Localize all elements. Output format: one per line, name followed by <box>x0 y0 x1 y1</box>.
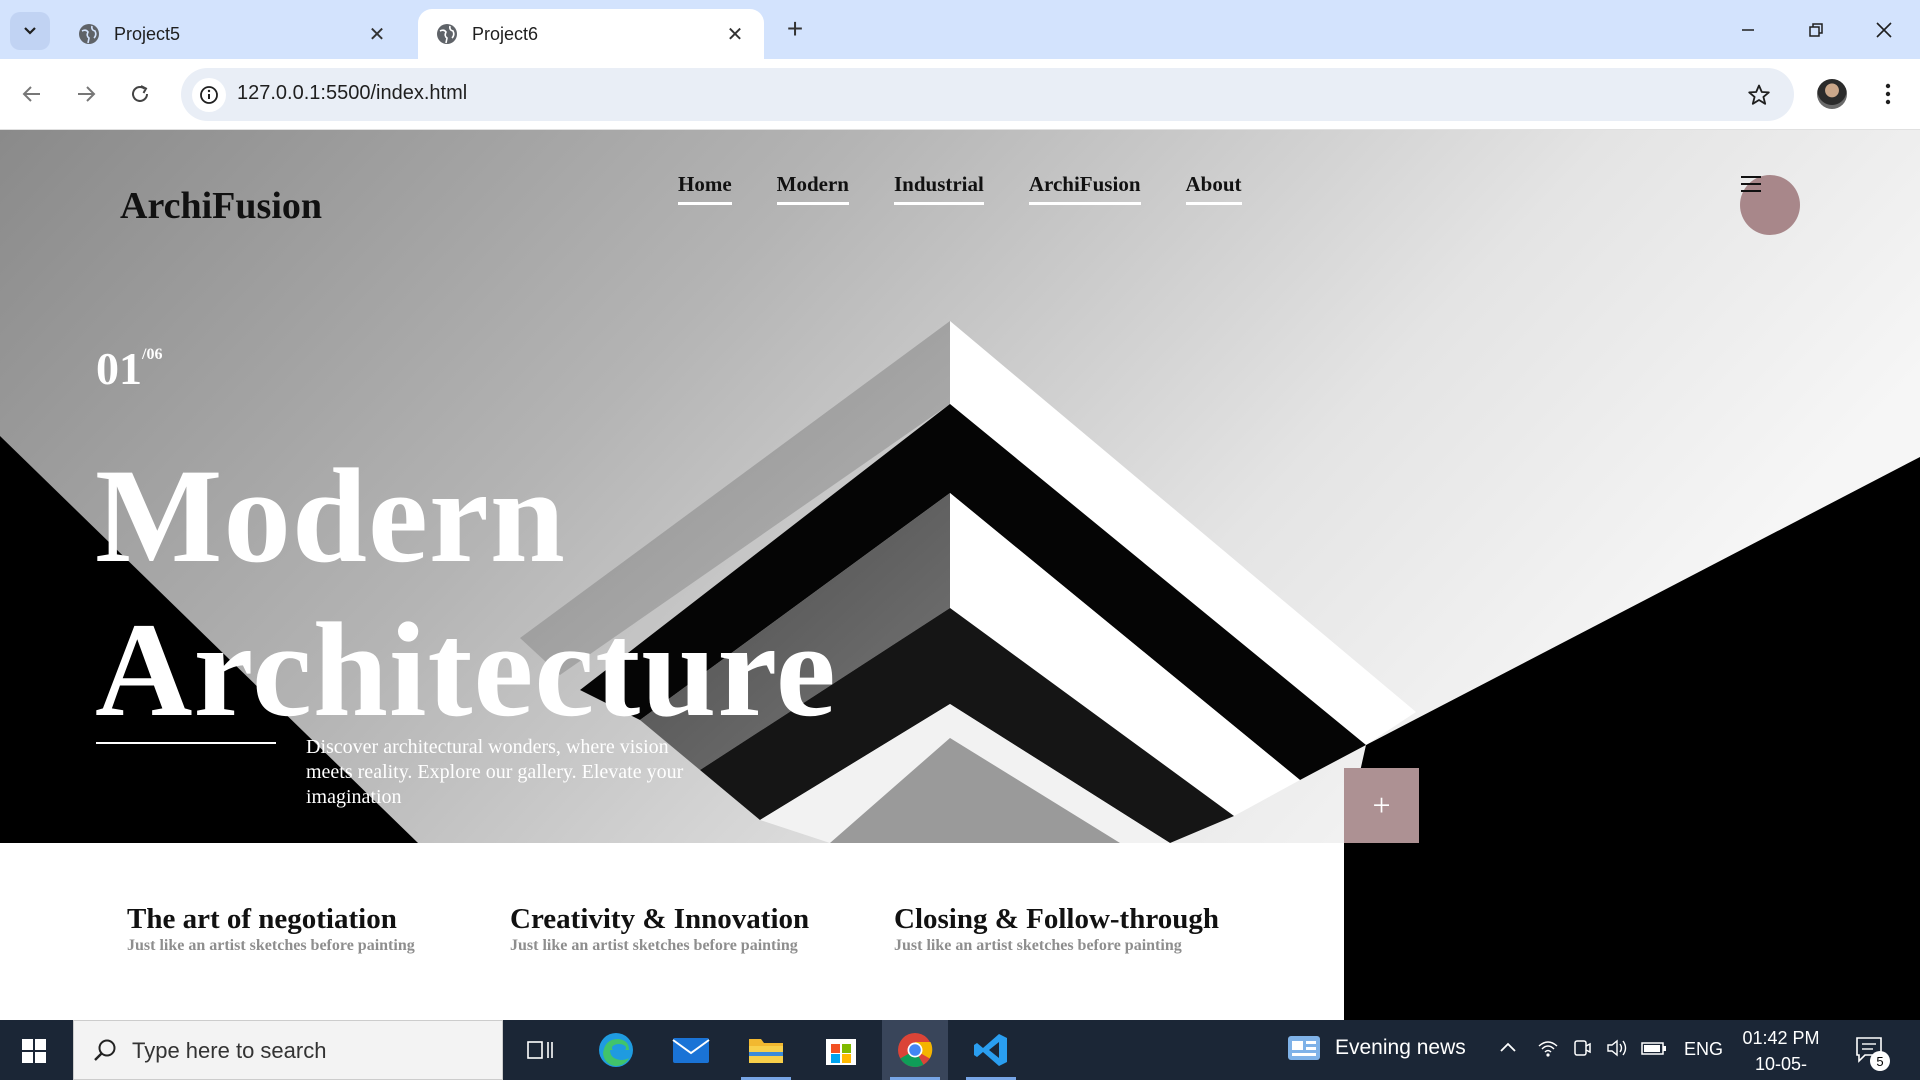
news-icon <box>1288 1036 1320 1060</box>
news-label: Evening news <box>1335 1036 1466 1059</box>
feature-item: Creativity & Innovation Just like an art… <box>510 903 809 955</box>
feature-subtitle: Just like an artist sketches before pain… <box>894 937 1182 954</box>
nav-home[interactable]: Home <box>678 172 732 205</box>
feature-title: Closing & Follow-through <box>894 903 1219 935</box>
nav-modern[interactable]: Modern <box>776 172 849 205</box>
language-indicator[interactable]: ENG <box>1684 1039 1723 1060</box>
site-logo[interactable]: ArchiFusion <box>120 184 322 228</box>
more-vert-icon <box>1885 83 1891 105</box>
store-icon <box>826 1039 856 1065</box>
search-icon <box>94 1039 116 1061</box>
wifi-icon[interactable] <box>1537 1038 1559 1063</box>
reload-button[interactable] <box>122 76 158 112</box>
feature-subtitle: Just like an artist sketches before pain… <box>510 937 798 954</box>
restore-icon <box>1809 23 1823 37</box>
hamburger-icon <box>1741 176 1761 192</box>
nav-industrial[interactable]: Industrial <box>893 172 984 205</box>
info-icon <box>200 86 218 104</box>
feature-item: The art of negotiation Just like an arti… <box>127 903 415 955</box>
clock-time: 01:42 PM <box>1742 1028 1820 1048</box>
arrow-left-icon <box>22 86 40 102</box>
address-bar[interactable]: 127.0.0.1:5500/index.html <box>181 68 1794 121</box>
minimize-icon <box>1742 29 1754 31</box>
clock-date: 10-05-2024 <box>1754 1054 1808 1074</box>
minimize-button[interactable] <box>1730 12 1766 48</box>
chrome-app[interactable] <box>882 1020 948 1080</box>
meet-now-icon[interactable] <box>1572 1038 1592 1063</box>
headline-line-2: Architecture <box>95 596 837 745</box>
slide-counter: 01/06 <box>96 342 162 395</box>
vscode-app[interactable] <box>958 1020 1024 1080</box>
slide-total: /06 <box>142 346 163 363</box>
feature-title: The art of negotiation <box>127 903 397 935</box>
tab-search-button[interactable] <box>10 12 50 50</box>
taskbar-search[interactable]: Type here to search <box>73 1020 503 1080</box>
tab-project5[interactable]: Project5 ✕ <box>60 9 406 59</box>
menu-button[interactable] <box>1740 175 1800 235</box>
headline-line-1: Modern <box>95 442 566 591</box>
vscode-icon <box>974 1034 1007 1066</box>
url-text: 127.0.0.1:5500/index.html <box>237 82 468 104</box>
chevron-down-icon <box>24 27 36 35</box>
news-widget[interactable]: Evening news <box>1287 1034 1466 1062</box>
hero-description: Discover architectural wonders, where vi… <box>306 736 684 808</box>
feature-item: Closing & Follow-through Just like an ar… <box>894 903 1219 955</box>
tab-title: Project5 <box>114 23 181 44</box>
back-button[interactable] <box>14 76 50 112</box>
plus-button[interactable]: + <box>1344 768 1419 843</box>
features-section: The art of negotiation Just like an arti… <box>0 843 1344 1020</box>
tab-project6[interactable]: Project6 ✕ <box>418 9 764 59</box>
mail-app[interactable] <box>658 1020 724 1080</box>
tab-title: Project6 <box>472 23 539 44</box>
browser-toolbar: 127.0.0.1:5500/index.html <box>0 59 1920 130</box>
edge-app[interactable] <box>583 1020 649 1080</box>
volume-icon[interactable] <box>1606 1038 1630 1063</box>
hero-section: ArchiFusion Home Modern Industrial Archi… <box>0 130 1920 843</box>
site-info-button[interactable] <box>192 78 226 112</box>
page-viewport: ArchiFusion Home Modern Industrial Archi… <box>0 130 1920 1020</box>
restore-button[interactable] <box>1798 12 1834 48</box>
tab-strip: Project5 ✕ Project6 ✕ + <box>0 0 1920 59</box>
task-view-button[interactable] <box>507 1020 573 1080</box>
profile-avatar[interactable] <box>1817 79 1847 109</box>
reload-icon <box>132 85 148 102</box>
file-explorer-app[interactable] <box>733 1020 799 1080</box>
notification-count: 5 <box>1870 1051 1890 1071</box>
close-icon[interactable]: ✕ <box>724 23 746 46</box>
arrow-right-icon <box>78 86 96 102</box>
feature-subtitle: Just like an artist sketches before pain… <box>127 937 415 954</box>
chrome-icon <box>898 1033 933 1067</box>
hero-headline: Modern Architecture <box>95 440 837 748</box>
star-icon <box>1748 84 1770 105</box>
nav-about[interactable]: About <box>1185 172 1242 205</box>
windows-start-icon[interactable] <box>22 1039 46 1063</box>
nav-archifusion[interactable]: ArchiFusion <box>1028 172 1141 205</box>
search-placeholder: Type here to search <box>132 1038 327 1063</box>
slide-current: 01 <box>96 343 142 394</box>
system-clock[interactable]: 01:42 PM 10-05-2024 <box>1735 1025 1827 1080</box>
close-window-button[interactable] <box>1866 12 1902 48</box>
edge-icon <box>599 1033 633 1067</box>
battery-icon[interactable] <box>1641 1038 1667 1063</box>
folder-icon <box>749 1039 783 1063</box>
globe-icon <box>79 24 99 44</box>
store-app[interactable] <box>808 1020 874 1080</box>
divider-line <box>96 742 276 744</box>
forward-button[interactable] <box>68 76 104 112</box>
chevron-up-icon[interactable] <box>1498 1038 1518 1063</box>
main-nav: Home Modern Industrial ArchiFusion About <box>678 172 1287 205</box>
feature-title: Creativity & Innovation <box>510 903 810 935</box>
browser-menu-button[interactable] <box>1870 76 1906 112</box>
notification-button[interactable]: 5 <box>1855 1035 1890 1071</box>
bookmark-button[interactable] <box>1744 80 1774 110</box>
mail-icon <box>672 1038 710 1063</box>
globe-icon <box>437 24 457 44</box>
close-icon <box>1876 22 1892 38</box>
close-icon[interactable]: ✕ <box>366 23 388 46</box>
task-view-icon <box>527 1041 553 1059</box>
taskbar: Type here to search Evening news ENG 01:… <box>0 1020 1920 1080</box>
new-tab-button[interactable]: + <box>782 15 808 43</box>
